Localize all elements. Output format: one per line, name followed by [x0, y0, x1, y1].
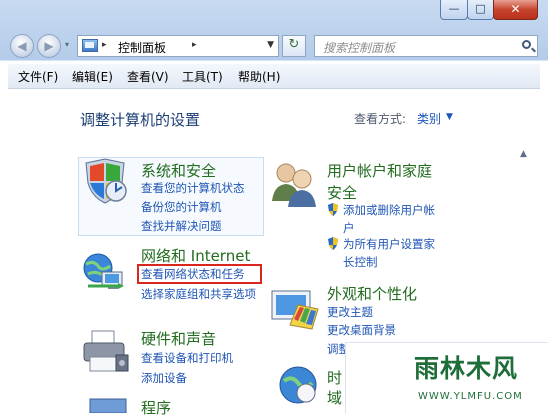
- maximize-icon: □: [475, 2, 486, 15]
- task-change-desktop-background[interactable]: 更改桌面背景: [327, 322, 396, 338]
- minimize-button[interactable]: —: [440, 0, 468, 20]
- close-button[interactable]: ✕: [493, 0, 538, 20]
- view-by-dropdown[interactable]: 类别: [417, 110, 441, 127]
- search-input[interactable]: 搜索控制面板: [314, 35, 538, 57]
- maximize-button[interactable]: □: [467, 0, 494, 20]
- task-change-theme[interactable]: 更改主题: [327, 304, 373, 320]
- category-appearance[interactable]: 外观和个性化: [327, 283, 417, 304]
- control-panel-icon: [82, 39, 98, 52]
- category-user-accounts[interactable]: 用户帐户和家庭: [327, 160, 432, 181]
- menu-edit[interactable]: 编辑(E): [72, 68, 113, 85]
- task-parental-controls-cont[interactable]: 长控制: [343, 254, 378, 270]
- breadcrumb-control-panel[interactable]: 控制面板: [118, 39, 166, 56]
- refresh-button[interactable]: ↻: [282, 35, 306, 57]
- view-by-label: 查看方式:: [354, 112, 407, 126]
- category-user-accounts-line2[interactable]: 安全: [327, 182, 357, 203]
- clock-region-globe-icon: [279, 366, 317, 404]
- category-programs[interactable]: 程序: [141, 397, 171, 418]
- printer-icon: [83, 330, 129, 372]
- task-view-computer-status[interactable]: 查看您的计算机状态: [141, 180, 245, 196]
- programs-icon: [89, 398, 127, 413]
- uac-shield-icon: [328, 203, 338, 216]
- breadcrumb-separator[interactable]: ▸: [192, 40, 197, 50]
- watermark-url: WWW.YLMFU.COM: [418, 391, 523, 402]
- page-title: 调整计算机的设置: [80, 111, 201, 129]
- scroll-up-arrow-icon[interactable]: ▲: [520, 149, 527, 159]
- refresh-icon: ↻: [288, 37, 300, 52]
- category-hardware-sound[interactable]: 硬件和声音: [141, 328, 216, 349]
- close-icon: ✕: [510, 2, 521, 16]
- network-globe-icon: [83, 253, 124, 289]
- forward-button[interactable]: ▶: [37, 34, 61, 58]
- back-button[interactable]: ◀: [10, 34, 34, 58]
- menu-view[interactable]: 查看(V): [127, 68, 169, 85]
- watermark-logo: 雨林木风 WWW.YLMFU.COM: [345, 342, 548, 414]
- title-bar: — □ ✕: [0, 0, 548, 28]
- menu-help[interactable]: 帮助(H): [238, 68, 280, 85]
- task-homegroup-sharing[interactable]: 选择家庭组和共享选项: [141, 286, 256, 302]
- address-dropdown-icon[interactable]: ▼: [267, 40, 274, 50]
- task-devices-printers[interactable]: 查看设备和打印机: [141, 350, 233, 366]
- appearance-personalization-icon: [271, 290, 319, 330]
- search-icon[interactable]: [522, 40, 531, 49]
- menu-file[interactable]: 文件(F): [18, 68, 58, 85]
- category-system-security[interactable]: 系统和安全: [141, 160, 216, 181]
- breadcrumb-separator[interactable]: ▸: [102, 40, 107, 50]
- task-parental-controls[interactable]: 为所有用户设置家: [343, 236, 435, 252]
- address-bar[interactable]: ▸ 控制面板 ▸ ▼: [77, 35, 279, 57]
- menu-tools[interactable]: 工具(T): [182, 68, 223, 85]
- recent-pages-dropdown[interactable]: ▾: [65, 40, 69, 49]
- watermark-title: 雨林木风: [414, 354, 519, 383]
- red-highlight-box: [137, 264, 262, 284]
- task-troubleshoot[interactable]: 查找并解决问题: [141, 218, 222, 234]
- system-security-shield-icon: [85, 158, 127, 204]
- category-network-internet[interactable]: 网络和 Internet: [141, 245, 250, 266]
- view-by-caret-icon[interactable]: ▼: [446, 112, 453, 122]
- window-frame: — □ ✕ ◀ ▶ ▾ ▸ 控制面板 ▸ ▼ ↻ 搜索控制面板 文件(F) 编辑…: [0, 0, 548, 417]
- uac-shield-icon: [328, 237, 338, 250]
- forward-arrow-icon: ▶: [44, 39, 54, 53]
- category-clock-region-line2[interactable]: 域: [327, 387, 342, 408]
- task-add-device[interactable]: 添加设备: [141, 370, 187, 386]
- navigation-bar: ◀ ▶ ▾ ▸ 控制面板 ▸ ▼ ↻ 搜索控制面板: [0, 30, 548, 62]
- search-placeholder: 搜索控制面板: [323, 41, 396, 55]
- task-add-remove-user[interactable]: 添加或删除用户帐: [343, 202, 435, 218]
- minimize-icon: —: [448, 2, 460, 15]
- task-add-remove-user-cont[interactable]: 户: [343, 220, 355, 236]
- menu-bar: 文件(F) 编辑(E) 查看(V) 工具(T) 帮助(H): [8, 64, 540, 89]
- category-clock-region[interactable]: 时: [327, 367, 342, 388]
- back-arrow-icon: ◀: [17, 39, 27, 53]
- task-backup-computer[interactable]: 备份您的计算机: [141, 199, 222, 215]
- user-accounts-icon: [272, 163, 316, 207]
